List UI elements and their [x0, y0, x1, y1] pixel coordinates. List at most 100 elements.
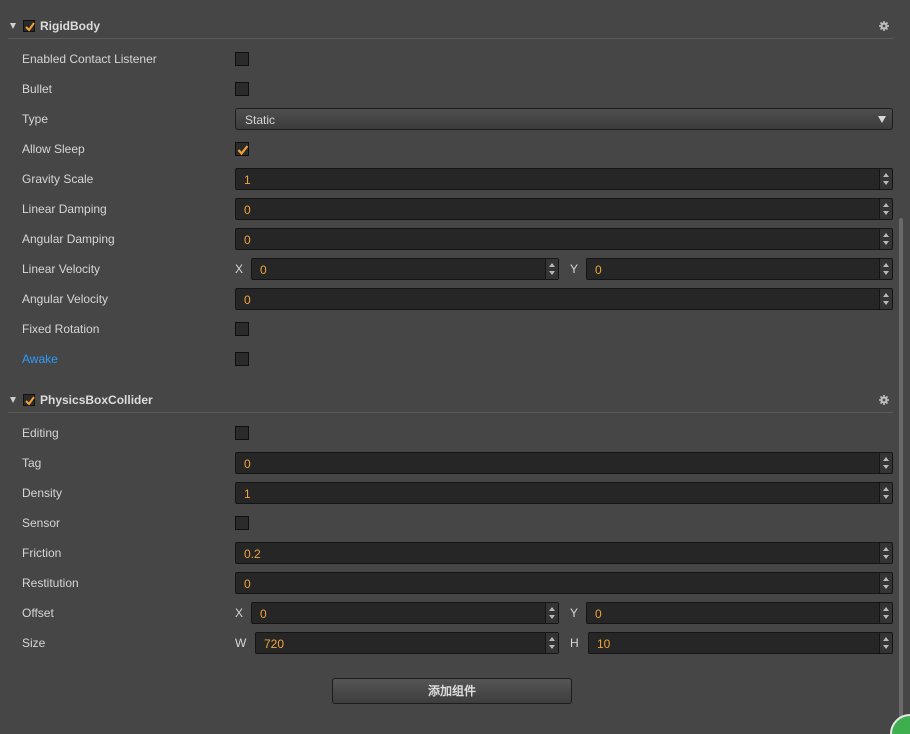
- gear-icon[interactable]: [879, 395, 889, 405]
- row-friction: Friction 0.2: [0, 538, 900, 568]
- offset-y-input[interactable]: 0: [586, 602, 893, 624]
- spinner-arrows-icon[interactable]: [879, 603, 892, 623]
- spinner-arrows-icon[interactable]: [879, 259, 892, 279]
- linear-velocity-x-input[interactable]: 0: [251, 258, 559, 280]
- row-awake: Awake: [0, 344, 900, 374]
- bullet-label: Bullet: [22, 82, 53, 96]
- spinner-arrows-icon[interactable]: [879, 543, 892, 563]
- corner-badge-icon: [890, 714, 910, 734]
- row-editing: Editing: [0, 418, 900, 448]
- row-density: Density 1: [0, 478, 900, 508]
- spinner-arrows-icon[interactable]: [879, 483, 892, 503]
- physics-box-collider-enabled-checkbox[interactable]: [23, 394, 35, 406]
- offset-y-label: Y: [570, 606, 579, 620]
- bullet-checkbox[interactable]: [235, 82, 249, 96]
- inspector-panel: RigidBody Enabled Contact Listener Bulle…: [0, 0, 910, 734]
- linear-velocity-y-input[interactable]: 0: [586, 258, 893, 280]
- offset-x-value: 0: [260, 607, 267, 621]
- row-allow-sleep: Allow Sleep: [0, 134, 900, 164]
- linear-velocity-x-label: X: [235, 262, 244, 276]
- allow-sleep-checkbox[interactable]: [235, 142, 249, 156]
- size-height-input[interactable]: 10: [588, 632, 893, 654]
- dropdown-arrow-icon: [878, 116, 886, 123]
- restitution-input[interactable]: 0: [235, 572, 893, 594]
- size-h-label: H: [570, 636, 579, 650]
- row-size: Size W 720 H 10: [0, 628, 900, 658]
- editing-label: Editing: [22, 426, 59, 440]
- size-w-label: W: [235, 636, 247, 650]
- type-label: Type: [22, 112, 49, 126]
- angular-velocity-label: Angular Velocity: [22, 292, 109, 306]
- editing-checkbox[interactable]: [235, 426, 249, 440]
- linear-velocity-y-label: Y: [570, 262, 579, 276]
- rigidbody-enabled-checkbox[interactable]: [23, 20, 35, 32]
- linear-velocity-y-value: 0: [595, 263, 602, 277]
- spinner-arrows-icon[interactable]: [879, 633, 892, 653]
- fold-triangle-icon[interactable]: [10, 23, 16, 29]
- row-offset: Offset X 0 Y 0: [0, 598, 900, 628]
- physics-box-collider-title: PhysicsBoxCollider: [40, 393, 153, 407]
- linear-damping-input[interactable]: 0: [235, 198, 893, 220]
- spinner-arrows-icon[interactable]: [545, 603, 558, 623]
- allow-sleep-label: Allow Sleep: [22, 142, 85, 156]
- add-component-button[interactable]: 添加组件: [332, 678, 572, 704]
- size-label: Size: [22, 636, 46, 650]
- friction-input[interactable]: 0.2: [235, 542, 893, 564]
- check-icon: [25, 396, 35, 406]
- linear-damping-label: Linear Damping: [22, 202, 107, 216]
- rigidbody-title: RigidBody: [40, 19, 100, 33]
- angular-damping-label: Angular Damping: [22, 232, 115, 246]
- angular-damping-input[interactable]: 0: [235, 228, 893, 250]
- restitution-label: Restitution: [22, 576, 79, 590]
- density-value: 1: [244, 487, 251, 501]
- physics-box-collider-header[interactable]: PhysicsBoxCollider: [8, 390, 893, 413]
- spinner-arrows-icon[interactable]: [545, 633, 558, 653]
- row-angular-damping: Angular Damping 0: [0, 224, 900, 254]
- size-width-input[interactable]: 720: [255, 632, 559, 654]
- tag-value: 0: [244, 457, 251, 471]
- enabled-contact-listener-checkbox[interactable]: [235, 52, 249, 66]
- check-icon: [25, 22, 35, 32]
- row-fixed-rotation: Fixed Rotation: [0, 314, 900, 344]
- tag-input[interactable]: 0: [235, 452, 893, 474]
- gravity-scale-input[interactable]: 1: [235, 168, 893, 190]
- gravity-scale-value: 1: [244, 173, 251, 187]
- row-tag: Tag 0: [0, 448, 900, 478]
- row-bullet: Bullet: [0, 74, 900, 104]
- size-height-value: 10: [597, 637, 611, 651]
- awake-checkbox[interactable]: [235, 352, 249, 366]
- linear-damping-value: 0: [244, 203, 251, 217]
- sensor-checkbox[interactable]: [235, 516, 249, 530]
- awake-label: Awake: [22, 352, 58, 366]
- enabled-contact-listener-label: Enabled Contact Listener: [22, 52, 157, 66]
- row-linear-velocity: Linear Velocity X 0 Y 0: [0, 254, 900, 284]
- vertical-scrollbar[interactable]: [899, 218, 903, 734]
- spinner-arrows-icon[interactable]: [879, 199, 892, 219]
- sensor-label: Sensor: [22, 516, 61, 530]
- spinner-arrows-icon[interactable]: [545, 259, 558, 279]
- rigidbody-header[interactable]: RigidBody: [8, 16, 893, 39]
- spinner-arrows-icon[interactable]: [879, 169, 892, 189]
- linear-velocity-label: Linear Velocity: [22, 262, 101, 276]
- spinner-arrows-icon[interactable]: [879, 453, 892, 473]
- row-gravity-scale: Gravity Scale 1: [0, 164, 900, 194]
- row-sensor: Sensor: [0, 508, 900, 538]
- fold-triangle-icon[interactable]: [10, 397, 16, 403]
- spinner-arrows-icon[interactable]: [879, 573, 892, 593]
- type-select-value: Static: [245, 113, 276, 127]
- row-type: Type Static: [0, 104, 900, 134]
- spinner-arrows-icon[interactable]: [879, 289, 892, 309]
- row-angular-velocity: Angular Velocity 0: [0, 284, 900, 314]
- density-input[interactable]: 1: [235, 482, 893, 504]
- check-icon: [237, 145, 249, 156]
- gear-icon[interactable]: [879, 21, 889, 31]
- fixed-rotation-checkbox[interactable]: [235, 322, 249, 336]
- offset-x-input[interactable]: 0: [251, 602, 559, 624]
- density-label: Density: [22, 486, 63, 500]
- linear-velocity-x-value: 0: [260, 263, 267, 277]
- type-select[interactable]: Static: [235, 108, 893, 130]
- offset-y-value: 0: [595, 607, 602, 621]
- angular-velocity-input[interactable]: 0: [235, 288, 893, 310]
- size-width-value: 720: [264, 637, 285, 651]
- spinner-arrows-icon[interactable]: [879, 229, 892, 249]
